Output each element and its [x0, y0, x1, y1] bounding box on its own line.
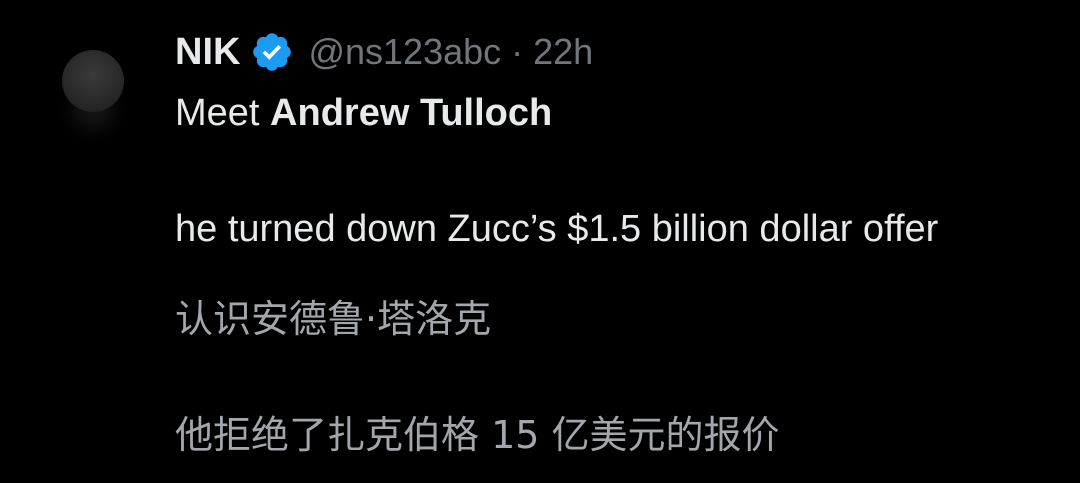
author-handle[interactable]: @ns123abc: [308, 31, 501, 73]
translation-line-1: 认识安德鲁·塔洛克: [175, 297, 492, 341]
post-text-line-2: he turned down Zucc’s $1.5 billion dolla…: [175, 208, 939, 250]
avatar[interactable]: [62, 50, 124, 112]
tweet-header: NIK @ns123abc · 22h: [175, 28, 593, 76]
post-text-prefix: Meet: [175, 92, 271, 134]
author-name[interactable]: NIK: [175, 31, 240, 74]
post-time[interactable]: 22h: [533, 31, 593, 73]
verified-badge-icon: [250, 30, 294, 74]
tweet[interactable]: NIK @ns123abc · 22h Meet Andrew Tulloch …: [0, 0, 1080, 483]
post-text-bold-name: Andrew Tulloch: [270, 92, 553, 134]
post-text-line-1: Meet Andrew Tulloch: [175, 92, 552, 135]
translation-line-2: 他拒绝了扎克伯格 15 亿美元的报价: [175, 413, 780, 457]
separator-dot: ·: [511, 31, 524, 72]
